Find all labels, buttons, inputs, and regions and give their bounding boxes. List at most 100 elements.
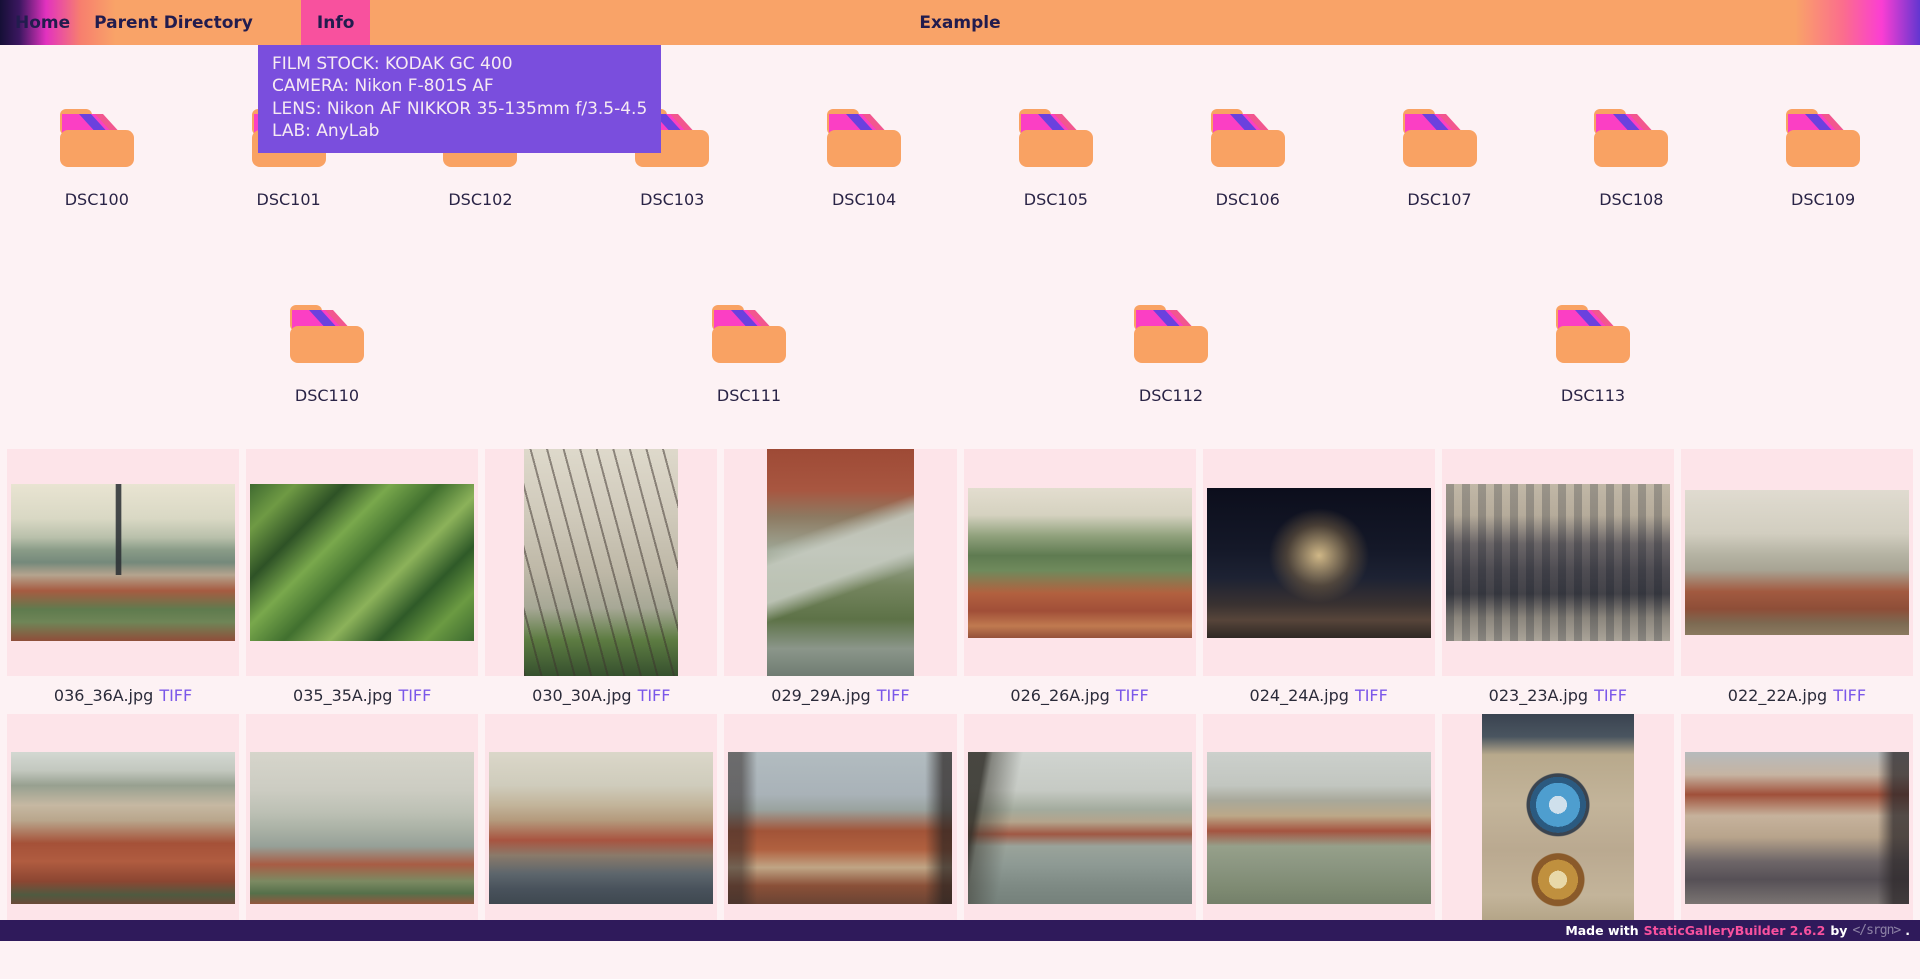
gallery-cell bbox=[485, 714, 717, 941]
folder-item-dsc112[interactable]: DSC112 bbox=[1076, 300, 1266, 406]
image-gallery: 036_36A.jpg TIFF 035_35A.jpg TIFF 030_30… bbox=[0, 449, 1920, 979]
info-popup-line: LENS: Nikon AF NIKKOR 35-135mm f/3.5-4.5 bbox=[272, 98, 647, 120]
folder-label: DSC103 bbox=[640, 190, 704, 210]
nav-link-home[interactable]: Home bbox=[15, 0, 82, 45]
thumbnail[interactable] bbox=[489, 752, 713, 904]
tiff-link[interactable]: TIFF bbox=[1594, 686, 1627, 705]
thumbnail[interactable] bbox=[1207, 752, 1431, 904]
folder-label: DSC109 bbox=[1791, 190, 1855, 210]
thumbnail[interactable] bbox=[968, 488, 1192, 638]
filename-label: 030_30A.jpg bbox=[532, 686, 631, 705]
thumbnail[interactable] bbox=[1446, 484, 1670, 641]
tiff-link[interactable]: TIFF bbox=[159, 686, 192, 705]
srgn-logo[interactable]: </srgn> bbox=[1852, 923, 1900, 938]
gallery-label-row: 036_36A.jpg TIFF bbox=[7, 676, 239, 714]
gallery-label-row bbox=[485, 941, 717, 979]
thumbnail[interactable] bbox=[250, 484, 474, 641]
folder-item-dsc104[interactable]: DSC104 bbox=[769, 104, 959, 210]
filename-label: 026_26A.jpg bbox=[1010, 686, 1109, 705]
folder-label: DSC105 bbox=[1024, 190, 1088, 210]
info-popup-line: LAB: AnyLab bbox=[272, 120, 647, 142]
gallery-label-row bbox=[7, 941, 239, 979]
tiff-link[interactable]: TIFF bbox=[1355, 686, 1388, 705]
folder-item-dsc113[interactable]: DSC113 bbox=[1498, 300, 1688, 406]
folder-label: DSC110 bbox=[295, 386, 359, 406]
gallery-cell bbox=[246, 449, 478, 676]
gallery-cell bbox=[1681, 449, 1913, 676]
tiff-link[interactable]: TIFF bbox=[398, 686, 431, 705]
nav-link-label: Info bbox=[317, 13, 355, 33]
folder-item-dsc108[interactable]: DSC108 bbox=[1536, 104, 1726, 210]
thumbnail[interactable] bbox=[11, 484, 235, 641]
builder-link[interactable]: StaticGalleryBuilder 2.6.2 bbox=[1644, 923, 1826, 938]
folder-label: DSC100 bbox=[65, 190, 129, 210]
folder-label: DSC111 bbox=[717, 386, 781, 406]
nav-link-label: Parent Directory bbox=[94, 13, 253, 33]
thumbnail[interactable] bbox=[767, 449, 914, 676]
gallery-label-row bbox=[1442, 941, 1674, 979]
folder-item-dsc110[interactable]: DSC110 bbox=[232, 300, 422, 406]
gallery-label-row bbox=[246, 941, 478, 979]
gallery-item: 035_35A.jpg TIFF bbox=[246, 449, 478, 714]
folder-label: DSC104 bbox=[832, 190, 896, 210]
nav-links: Home Parent Directory Info bbox=[0, 0, 370, 45]
thumbnail[interactable] bbox=[524, 449, 678, 676]
thumbnail[interactable] bbox=[728, 752, 952, 904]
gallery-label-row: 024_24A.jpg TIFF bbox=[1203, 676, 1435, 714]
gallery-label-row: 022_22A.jpg TIFF bbox=[1681, 676, 1913, 714]
thumbnail[interactable] bbox=[1685, 752, 1909, 904]
gallery-label-row bbox=[964, 941, 1196, 979]
gallery-cell bbox=[7, 714, 239, 941]
tiff-link[interactable]: TIFF bbox=[1116, 686, 1149, 705]
thumbnail[interactable] bbox=[1685, 490, 1909, 635]
tiff-link[interactable]: TIFF bbox=[877, 686, 910, 705]
gallery-label-row: 035_35A.jpg TIFF bbox=[246, 676, 478, 714]
gallery-label-row bbox=[1681, 941, 1913, 979]
nav-link-parent-directory[interactable]: Parent Directory bbox=[82, 0, 265, 45]
folder-icon bbox=[1781, 104, 1865, 172]
gallery-item: 026_26A.jpg TIFF bbox=[964, 449, 1196, 714]
gallery-cell bbox=[485, 449, 717, 676]
folder-item-dsc111[interactable]: DSC111 bbox=[654, 300, 844, 406]
footer-by: by bbox=[1830, 923, 1847, 938]
folder-label: DSC101 bbox=[257, 190, 321, 210]
gallery-label-row bbox=[1203, 941, 1435, 979]
thumbnail[interactable] bbox=[11, 752, 235, 904]
gallery-cell bbox=[1442, 714, 1674, 941]
folder-item-dsc109[interactable]: DSC109 bbox=[1728, 104, 1918, 210]
thumbnail[interactable] bbox=[1482, 714, 1634, 941]
gallery-label-row: 030_30A.jpg TIFF bbox=[485, 676, 717, 714]
folder-item-dsc105[interactable]: DSC105 bbox=[961, 104, 1151, 210]
folder-label: DSC113 bbox=[1561, 386, 1625, 406]
folder-icon bbox=[1129, 300, 1213, 368]
filename-label: 023_23A.jpg bbox=[1489, 686, 1588, 705]
folder-icon bbox=[1551, 300, 1635, 368]
tiff-link[interactable]: TIFF bbox=[638, 686, 671, 705]
thumbnail[interactable] bbox=[968, 752, 1192, 904]
thumbnail[interactable] bbox=[250, 752, 474, 904]
filename-label: 035_35A.jpg bbox=[293, 686, 392, 705]
gallery-cell bbox=[964, 714, 1196, 941]
top-nav-bar: Home Parent Directory Info Example bbox=[0, 0, 1920, 45]
gallery-cell bbox=[724, 714, 956, 941]
folder-item-dsc107[interactable]: DSC107 bbox=[1345, 104, 1535, 210]
folder-icon bbox=[707, 300, 791, 368]
folder-icon bbox=[55, 104, 139, 172]
gallery-item: 029_29A.jpg TIFF bbox=[724, 449, 956, 714]
thumbnail[interactable] bbox=[1207, 488, 1431, 638]
folder-icon bbox=[1206, 104, 1290, 172]
folder-label: DSC106 bbox=[1216, 190, 1280, 210]
folder-icon bbox=[1589, 104, 1673, 172]
nav-link-info[interactable]: Info bbox=[301, 0, 371, 45]
filename-label: 029_29A.jpg bbox=[771, 686, 870, 705]
filename-label: 024_24A.jpg bbox=[1250, 686, 1349, 705]
info-popup: FILM STOCK: KODAK GC 400CAMERA: Nikon F-… bbox=[258, 45, 661, 153]
folder-item-dsc100[interactable]: DSC100 bbox=[2, 104, 192, 210]
folder-label: DSC107 bbox=[1407, 190, 1471, 210]
info-popup-line: FILM STOCK: KODAK GC 400 bbox=[272, 53, 647, 75]
gallery-cell bbox=[1681, 714, 1913, 941]
folder-icon bbox=[822, 104, 906, 172]
folder-item-dsc106[interactable]: DSC106 bbox=[1153, 104, 1343, 210]
folder-label: DSC112 bbox=[1139, 386, 1203, 406]
tiff-link[interactable]: TIFF bbox=[1833, 686, 1866, 705]
